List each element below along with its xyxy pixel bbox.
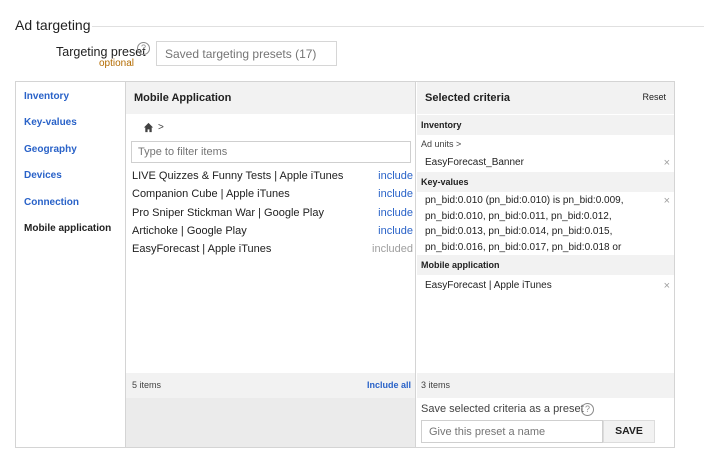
preset-name-input[interactable] [421,420,603,443]
items-count: 5 items [132,380,162,390]
targeting-panel: Inventory Key-values Geography Devices C… [15,81,675,448]
list-item: Pro Sniper Stickman War | Google Play in… [132,207,413,225]
criteria-group-mobile-application: Mobile application [417,255,674,275]
nav-item-inventory[interactable]: Inventory [24,91,69,102]
save-preset-area: Save selected criteria as a preset ? SAV… [417,398,674,447]
section-divider [92,26,704,27]
targeting-nav: Inventory Key-values Geography Devices C… [16,82,125,447]
criteria-item: pn_bid:0.010 (pn_bid:0.010) is pn_bid:0.… [417,193,674,268]
nav-item-connection[interactable]: Connection [24,197,79,208]
panel-header: Mobile Application [126,82,415,114]
list-item: LIVE Quizzes & Funny Tests | Apple iTune… [132,170,413,188]
panel-header: Selected criteria Reset [417,82,674,114]
save-preset-label: Save selected criteria as a preset [421,403,584,415]
include-link[interactable]: include [378,188,413,200]
criteria-item: EasyForecast | Apple iTunes × [417,278,674,295]
include-link[interactable]: include [378,170,413,182]
nav-item-geography[interactable]: Geography [24,144,77,155]
include-link[interactable]: include [378,225,413,237]
item-name: Companion Cube | Apple iTunes [132,188,290,200]
nav-item-devices[interactable]: Devices [24,170,62,181]
criteria-item: EasyForecast_Banner × [417,155,674,172]
breadcrumb-separator: > [158,122,164,133]
list-item: Artichoke | Google Play include [132,225,413,243]
nav-item-key-values[interactable]: Key-values [24,117,77,128]
panel-footer: 5 items Include all [126,373,415,398]
list-item: Companion Cube | Apple iTunes include [132,188,413,206]
mobile-application-panel: Mobile Application > LIVE Quizzes & Funn… [125,82,416,447]
ad-units-breadcrumb[interactable]: Ad units > [421,139,461,149]
include-all-link[interactable]: Include all [367,380,411,390]
item-name: Pro Sniper Stickman War | Google Play [132,207,324,219]
panel-bottom-area [126,398,415,447]
remove-icon[interactable]: × [664,281,670,292]
home-icon[interactable] [143,122,154,133]
targeting-preset-input[interactable] [156,41,337,66]
criteria-count: 3 items [421,380,451,390]
optional-label: optional [99,58,135,69]
criteria-item-label: EasyForecast | Apple iTunes [425,280,552,291]
selected-criteria-panel: Selected criteria Reset Inventory Ad uni… [417,82,674,447]
save-button[interactable]: SAVE [603,420,655,443]
filter-input[interactable] [131,141,411,163]
remove-icon[interactable]: × [664,158,670,169]
criteria-group-inventory: Inventory [417,115,674,135]
include-link[interactable]: include [378,207,413,219]
criteria-group-key-values: Key-values [417,172,674,192]
criteria-item-label: EasyForecast_Banner [425,157,524,168]
help-icon[interactable]: ? [581,403,594,416]
panel-title: Mobile Application [134,92,232,104]
section-title: Ad targeting [15,17,91,33]
panel-footer: 3 items [417,373,674,398]
included-status: included [372,243,413,255]
nav-item-mobile-application[interactable]: Mobile application [24,223,111,234]
help-icon[interactable]: ? [137,42,150,55]
item-name: Artichoke | Google Play [132,225,247,237]
remove-icon[interactable]: × [664,196,670,207]
list-item: EasyForecast | Apple iTunes included [132,243,413,261]
reset-link[interactable]: Reset [642,92,666,102]
panel-title: Selected criteria [425,92,510,104]
item-name: EasyForecast | Apple iTunes [132,243,272,255]
targeting-preset-label: Targeting preset [56,45,146,59]
item-name: LIVE Quizzes & Funny Tests | Apple iTune… [132,170,344,182]
breadcrumb: > [143,122,164,133]
